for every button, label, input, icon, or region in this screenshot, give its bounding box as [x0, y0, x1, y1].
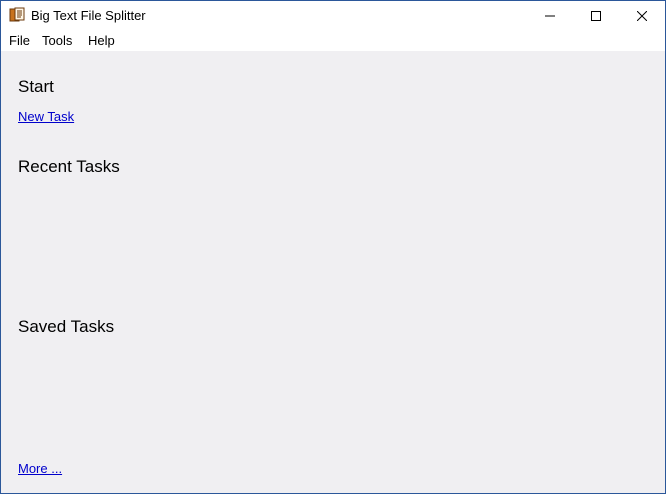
menu-help[interactable]: Help: [87, 33, 116, 48]
title-bar[interactable]: Big Text File Splitter: [1, 1, 665, 31]
close-button[interactable]: [619, 1, 665, 31]
close-icon: [637, 11, 647, 21]
maximize-button[interactable]: [573, 1, 619, 31]
menu-file[interactable]: File: [8, 33, 31, 48]
minimize-button[interactable]: [527, 1, 573, 31]
window-title: Big Text File Splitter: [31, 8, 146, 23]
menu-tools[interactable]: Tools: [41, 33, 73, 48]
recent-tasks-heading: Recent Tasks: [18, 157, 120, 176]
main-content: Start New Task Recent Tasks Saved Tasks …: [1, 51, 665, 493]
maximize-icon: [591, 11, 601, 21]
app-window: Big Text File Splitter File Tools Help S…: [0, 0, 666, 494]
app-icon: [9, 7, 25, 23]
saved-tasks-heading: Saved Tasks: [18, 317, 115, 336]
menu-bar: File Tools Help: [1, 31, 665, 51]
more-link[interactable]: More ...: [18, 461, 62, 476]
minimize-icon: [545, 15, 555, 17]
start-heading: Start: [18, 77, 54, 96]
new-task-link[interactable]: New Task: [18, 109, 74, 124]
